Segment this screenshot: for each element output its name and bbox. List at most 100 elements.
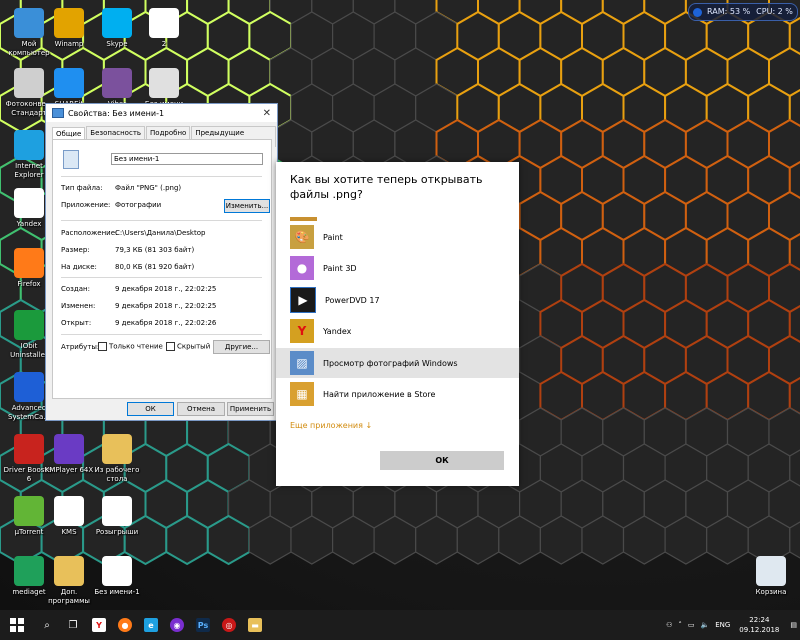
image-file-icon — [149, 68, 179, 98]
app-name: Yandex — [323, 326, 352, 336]
people-icon[interactable]: ⚇ — [666, 621, 672, 629]
desktop-icon[interactable]: KMPlayer 64X — [42, 434, 96, 475]
divider — [61, 176, 262, 177]
readonly-checkbox-group[interactable]: Только чтение — [98, 342, 163, 351]
location-label: Расположение: — [61, 229, 118, 237]
paint-3d-icon: ● — [290, 256, 314, 280]
hidden-checkbox-group[interactable]: Скрытый — [166, 342, 210, 351]
skype-icon — [102, 8, 132, 38]
volume-icon[interactable]: 🔈 — [700, 621, 709, 629]
app-value: Фотографии — [115, 201, 162, 209]
task-view-icon[interactable]: ❐ — [60, 610, 86, 640]
dialog-title: Свойства: Без имени-1 — [68, 108, 165, 118]
ie-icon — [14, 130, 44, 160]
notifications-icon[interactable]: ▤ — [790, 621, 797, 629]
created-value: 9 декабря 2018 г., 22:02:25 — [115, 285, 217, 293]
divider — [61, 334, 262, 335]
desktop-icon-label: Без имени-1 — [94, 588, 140, 596]
cancel-button[interactable]: Отмена — [177, 402, 225, 416]
desktop-icon[interactable]: Из рабочего стола — [90, 434, 144, 484]
taskbar-red-app-icon[interactable]: ◎ — [216, 610, 242, 640]
desktop-icon[interactable]: KMS — [42, 496, 96, 537]
dialog-titlebar[interactable]: Свойства: Без имени-1 ✕ — [46, 104, 277, 122]
system-meter-widget[interactable]: RAM: 53 % CPU: 2 % — [688, 3, 798, 21]
app-option-paint[interactable]: 🎨 Paint — [276, 222, 519, 252]
readonly-checkbox[interactable] — [98, 342, 107, 351]
desktop-icon-label: KMPlayer 64X — [44, 466, 94, 474]
disk-size-label: На диске: — [61, 263, 97, 271]
taskbar-folder-icon[interactable]: ▬ — [242, 610, 268, 640]
desktop-icon-label: Розыгрыши — [95, 528, 139, 536]
yandex-icon — [14, 188, 44, 218]
taskbar-media-icon[interactable]: ◉ — [164, 610, 190, 640]
start-button[interactable] — [0, 610, 34, 640]
more-apps-link[interactable]: Еще приложения ↓ — [290, 421, 372, 430]
taskbar-yandex-icon[interactable]: Y — [86, 610, 112, 640]
ok-button[interactable]: ОК — [127, 402, 174, 416]
folder-icon — [102, 434, 132, 464]
desktop-icon[interactable]: Корзина — [744, 556, 798, 597]
computer-icon — [14, 8, 44, 38]
app-option-powerdvd[interactable]: ▶ PowerDVD 17 — [276, 285, 519, 315]
properties-dialog: Свойства: Без имени-1 ✕ Общие Безопаснос… — [45, 103, 278, 421]
shareit-icon — [54, 68, 84, 98]
app-option-paint-3d[interactable]: ● Paint 3D — [276, 253, 519, 283]
clock[interactable]: 22:24 09.12.2018 — [739, 615, 779, 635]
hidden-label: Скрытый — [177, 342, 211, 351]
close-icon[interactable]: ✕ — [263, 108, 271, 119]
folder-icon — [54, 556, 84, 586]
opened-value: 9 декабря 2018 г., 22:02:26 — [115, 319, 217, 327]
apply-button[interactable]: Применить — [227, 402, 274, 416]
created-label: Создан: — [61, 285, 90, 293]
attributes-label: Атрибуты: — [61, 343, 100, 351]
desktop-icon-label: Корзина — [755, 588, 787, 596]
kms-icon — [54, 496, 84, 526]
show-hidden-icons-icon[interactable]: ˄ — [678, 621, 682, 629]
readonly-label: Только чтение — [109, 342, 163, 351]
dialog-title-icon — [52, 108, 64, 118]
network-icon[interactable]: ▭ — [688, 621, 695, 629]
file-name-field[interactable]: Без имени-1 — [111, 153, 263, 165]
file-icon — [149, 8, 179, 38]
system-tray: ⚇ ˄ ▭ 🔈 ENG 22:24 09.12.2018 ▤ — [663, 610, 800, 640]
location-value: C:\Users\Данила\Desktop — [115, 229, 206, 237]
disk-size-value: 80,0 КБ (81 920 байт) — [115, 263, 195, 271]
desktop-icon-label: Доп. программы — [48, 588, 90, 605]
change-button[interactable]: Изменить... — [224, 199, 270, 213]
app-option-photo-viewer[interactable]: ▨ Просмотр фотографий Windows — [276, 348, 519, 378]
utorrent-icon — [14, 496, 44, 526]
taskbar-explorer-icon[interactable]: e — [138, 610, 164, 640]
desktop-icon[interactable]: Без имени-1 — [90, 556, 144, 597]
yandex-icon: Y — [290, 319, 314, 343]
open-with-heading: Как вы хотите теперь открывать файлы .pn… — [290, 173, 483, 201]
desktop-icon[interactable]: Доп. программы — [42, 556, 96, 606]
app-name: PowerDVD 17 — [325, 295, 380, 305]
desktop-icon-label: Winamp — [54, 40, 84, 48]
desktop-icon[interactable]: Skype — [90, 8, 144, 49]
taskbar-photoshop-icon[interactable]: Ps — [190, 610, 216, 640]
app-name: Найти приложение в Store — [323, 389, 436, 399]
desktop-icon[interactable]: Winamp — [42, 8, 96, 49]
printer-icon — [14, 68, 44, 98]
search-icon[interactable]: ⌕ — [34, 610, 60, 640]
app-name: Paint 3D — [323, 263, 357, 273]
other-attributes-button[interactable]: Другие... — [213, 340, 270, 354]
photo-viewer-icon: ▨ — [290, 351, 314, 375]
size-value: 79,3 КБ (81 303 байт) — [115, 246, 195, 254]
desktop-icon-label: Skype — [106, 40, 128, 48]
open-with-dialog: Как вы хотите теперь открывать файлы .pn… — [276, 162, 519, 486]
desktop-icon[interactable]: Розыгрыши — [90, 496, 144, 537]
document-icon — [102, 556, 132, 586]
taskbar-firefox-icon[interactable]: ● — [112, 610, 138, 640]
app-option-yandex[interactable]: Y Yandex — [276, 316, 519, 346]
language-indicator[interactable]: ENG — [715, 621, 730, 629]
hidden-checkbox[interactable] — [166, 342, 175, 351]
open-with-ok-button[interactable]: ОК — [380, 451, 504, 470]
size-label: Размер: — [61, 246, 90, 254]
app-option-store[interactable]: ▦ Найти приложение в Store — [276, 379, 519, 409]
image-file-icon — [63, 150, 79, 169]
mediaget-icon — [14, 556, 44, 586]
desktop-icon[interactable]: 2 — [137, 8, 191, 49]
clock-time: 22:24 — [749, 616, 770, 624]
desktop-icon-label: Из рабочего стола — [94, 466, 140, 483]
